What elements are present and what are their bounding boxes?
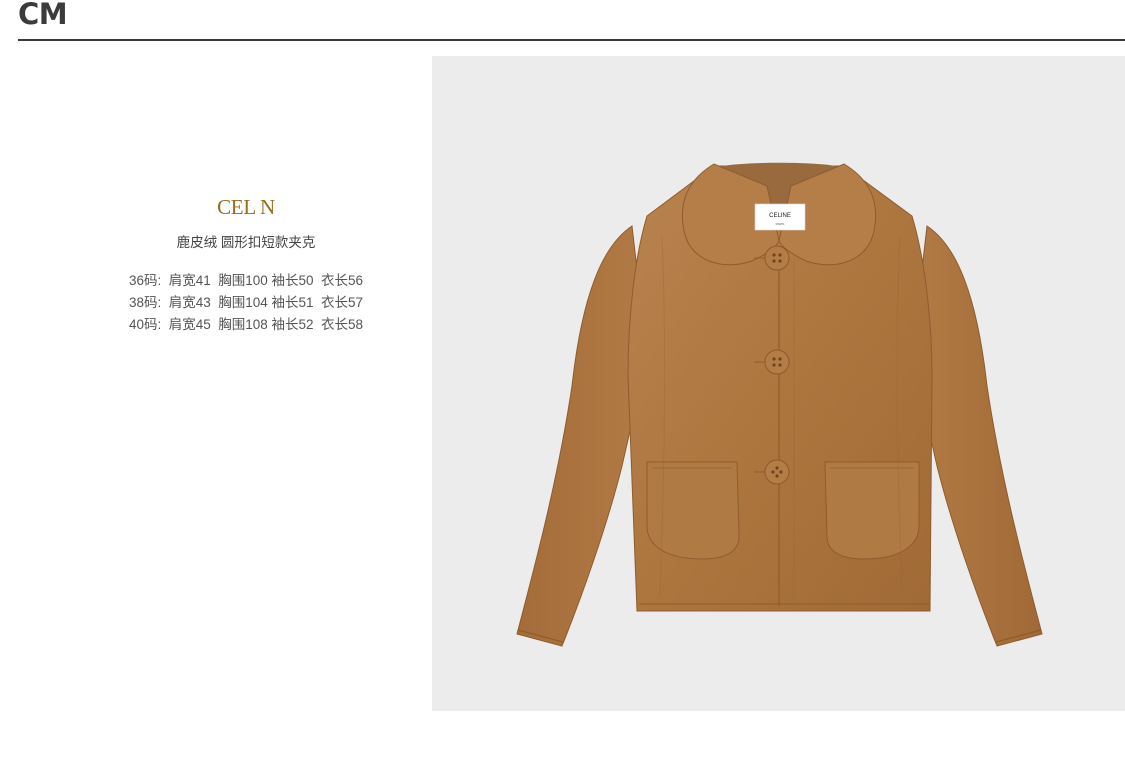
size-row: 38码: 肩宽43 胸围104 袖长51 衣长57 xyxy=(128,295,364,310)
pocket-left xyxy=(646,461,740,560)
header-divider xyxy=(18,39,1125,41)
product-title: 鹿皮绒 圆形扣短款夹克 xyxy=(176,235,316,250)
left-sleeve xyxy=(516,225,648,647)
product-info: CEL N 鹿皮绒 圆形扣短款夹克 36码: 肩宽41 胸围100 袖长50 衣… xyxy=(60,192,432,336)
svg-text:PARIS: PARIS xyxy=(776,222,785,226)
brand-label: CELINE PARIS xyxy=(754,203,806,231)
size-row: 40码: 肩宽45 胸围108 袖长52 衣长58 xyxy=(128,317,364,332)
product-image: CELINE PARIS xyxy=(432,56,1125,711)
pocket-right xyxy=(824,461,920,560)
svg-text:CELINE: CELINE xyxy=(769,213,791,219)
jacket-illustration: CELINE PARIS xyxy=(516,162,1043,647)
page: CM CEL N 鹿皮绒 圆形扣短款夹克 36码: 肩宽41 胸围100 袖长5… xyxy=(0,0,1125,771)
site-logo[interactable]: CM xyxy=(18,0,68,31)
brand-name: CEL N xyxy=(217,195,275,219)
size-chart: 36码: 肩宽41 胸围100 袖长50 衣长56 38码: 肩宽43 胸围10… xyxy=(60,270,432,336)
size-row: 36码: 肩宽41 胸围100 袖长50 衣长56 xyxy=(128,273,364,288)
